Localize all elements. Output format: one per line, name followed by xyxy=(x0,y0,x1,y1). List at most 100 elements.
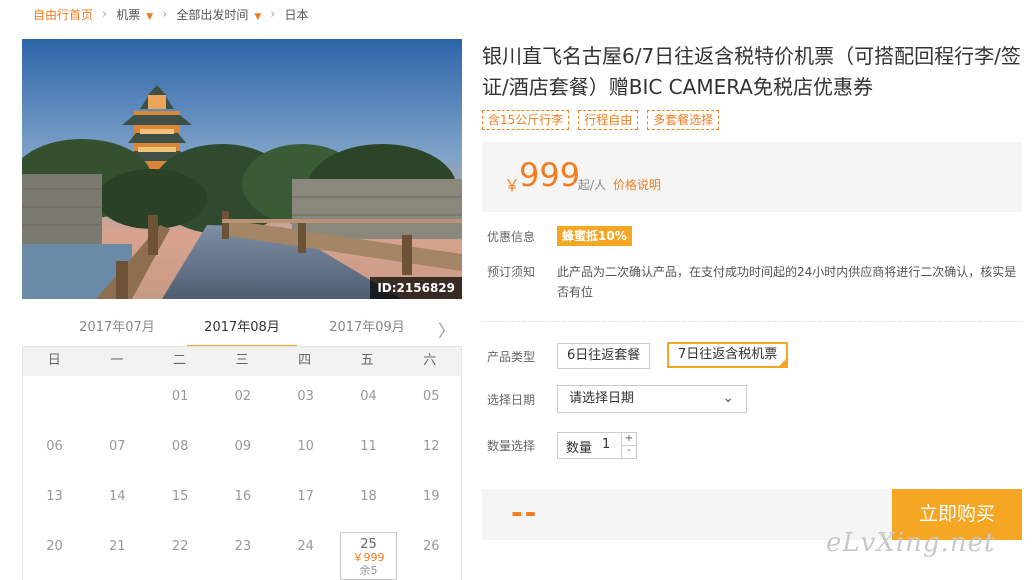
calendar-day[interactable]: 11 xyxy=(340,432,397,480)
calendar-day[interactable]: 10 xyxy=(277,432,334,480)
osaka-castle-image xyxy=(22,39,462,299)
calendar-day-number: 11 xyxy=(360,439,377,454)
calendar-day-number: 23 xyxy=(234,539,252,554)
calendar-day[interactable]: 05 xyxy=(403,382,460,430)
breadcrumb-departure-label: 全部出发时间 xyxy=(176,7,249,22)
tab-month-september[interactable]: 2017年09月 xyxy=(312,313,422,343)
tab-month-august[interactable]: 2017年08月 xyxy=(187,313,297,348)
calendar-day-number: 26 xyxy=(423,539,440,554)
calendar-day-number: 17 xyxy=(297,489,314,504)
calendar-day[interactable]: 18 xyxy=(340,482,397,530)
weekday-sat: 六 xyxy=(423,353,437,368)
minus-icon[interactable]: - xyxy=(621,445,636,458)
calendar-day[interactable]: 24 xyxy=(277,532,334,580)
calendar-day[interactable]: 14 xyxy=(89,482,146,530)
calendar-day[interactable]: 03 xyxy=(277,382,334,430)
chevron-down-icon: ⌄ xyxy=(722,390,734,406)
calendar-day[interactable]: 08 xyxy=(152,432,209,480)
product-type-label: 产品类型 xyxy=(487,350,536,364)
quantity-inner-label: 数量 xyxy=(566,441,593,456)
calendar-day-number: 08 xyxy=(171,439,189,454)
quantity-stepper: 数量 1 + - xyxy=(557,432,637,459)
calendar-day-number: 25 xyxy=(360,537,377,552)
chevron-right-icon: › xyxy=(162,6,168,22)
chevron-right-icon[interactable]: 〉 xyxy=(438,317,455,342)
quantity-value[interactable]: 1 xyxy=(602,437,610,452)
calendar-day-number: 16 xyxy=(234,489,252,504)
tab-month-july[interactable]: 2017年07月 xyxy=(62,313,172,343)
tag-packages: 多套餐选择 xyxy=(647,110,720,130)
calendar-day[interactable]: 19 xyxy=(403,482,460,530)
weekday-fri: 五 xyxy=(360,353,374,368)
calendar-day-number: 02 xyxy=(234,389,252,404)
quantity-label: 数量选择 xyxy=(487,439,536,453)
calendar-day-number: 07 xyxy=(109,439,126,454)
calendar-day[interactable]: 22 xyxy=(152,532,209,580)
calendar-day[interactable]: 13 xyxy=(26,482,83,530)
price-explanation-link[interactable]: 价格说明 xyxy=(613,176,661,193)
calendar-day[interactable]: 06 xyxy=(26,432,83,480)
notice-label: 预订须知 xyxy=(487,265,536,279)
calendar-day[interactable]: 20 xyxy=(26,532,83,580)
calendar-day[interactable]: 16 xyxy=(214,482,271,530)
product-photo: ID:2156829 xyxy=(22,39,462,299)
divider xyxy=(482,321,1022,322)
total-price: -- xyxy=(511,496,539,529)
currency-symbol: ￥ xyxy=(504,176,521,195)
calendar-day[interactable]: 12 xyxy=(403,432,460,480)
weekday-sun: 日 xyxy=(47,353,61,368)
calendar-day-number: 01 xyxy=(171,389,189,404)
tag-luggage: 含15公斤行李 xyxy=(482,110,570,130)
breadcrumb-departure-dropdown[interactable]: 全部出发时间 ▼ xyxy=(176,6,261,23)
calendar-day[interactable]: 01 xyxy=(152,382,209,430)
price-unit: 起/人 xyxy=(578,178,607,192)
calendar-day-number: 20 xyxy=(46,539,63,554)
calendar: 日 一 二 三 四 五 六 01 02 03 04 05 06 07 08 09 10 11 12 13… xyxy=(22,346,462,580)
breadcrumb-flights-label: 机票 xyxy=(116,7,141,22)
calendar-day-number: 13 xyxy=(46,489,63,504)
notice-text: 此产品为二次确认产品，在支付成功时间起的24小时内供应商将进行二次确认，核实是否… xyxy=(557,265,1017,299)
calendar-day[interactable]: 23 xyxy=(214,532,271,580)
photo-id-badge: ID:2156829 xyxy=(370,277,462,299)
calendar-day-number: 10 xyxy=(297,439,314,454)
calendar-day[interactable]: 15 xyxy=(152,482,209,530)
calendar-day-number: 09 xyxy=(234,439,252,454)
promo-label: 优惠信息 xyxy=(487,230,536,244)
calendar-day-number: 12 xyxy=(423,439,440,454)
product-title: 银川直飞名古屋6/7日往返含税特价机票（可搭配回程行李/签证/酒店套餐）赠BIC… xyxy=(482,44,1021,99)
feature-tags: 含15公斤行李 行程自由 多套餐选择 xyxy=(482,110,720,130)
calendar-day-number: 06 xyxy=(46,439,63,454)
calendar-day[interactable]: 02 xyxy=(214,382,271,430)
weekday-wed: 三 xyxy=(235,353,249,368)
calendar-day[interactable]: 04 xyxy=(340,382,397,430)
calendar-day-number: 21 xyxy=(109,539,126,554)
breadcrumb-home-link[interactable]: 自由行首页 xyxy=(33,6,93,23)
calendar-day-number: 05 xyxy=(423,389,440,404)
calendar-day[interactable]: 07 xyxy=(89,432,146,480)
calendar-day-number: 15 xyxy=(171,489,189,504)
calendar-day-number: 14 xyxy=(109,489,126,504)
tag-free-itinerary: 行程自由 xyxy=(578,110,639,130)
calendar-day-number: 19 xyxy=(423,489,440,504)
breadcrumb-japan-link[interactable]: 日本 xyxy=(285,6,309,23)
calendar-day-stock: 余5 xyxy=(359,564,378,577)
breadcrumb-flights-dropdown[interactable]: 机票 ▼ xyxy=(116,6,153,23)
caret-down-icon: ▼ xyxy=(146,11,154,22)
calendar-day[interactable]: 09 xyxy=(214,432,271,480)
chevron-right-icon: › xyxy=(102,6,108,22)
date-select-value: 请选择日期 xyxy=(569,391,635,406)
option-7day-ticket-label: 7日往返含税机票 xyxy=(678,347,778,362)
calendar-day-available[interactable]: 25 ￥999 余5 xyxy=(340,532,397,580)
calendar-day[interactable]: 26 xyxy=(403,532,460,580)
calendar-day[interactable]: 21 xyxy=(89,532,146,580)
option-6day-package[interactable]: 6日往返套餐 xyxy=(557,343,651,369)
weekday-tue: 二 xyxy=(172,353,186,368)
price-value: 999 xyxy=(519,156,581,194)
month-tabs: 2017年07月 2017年08月 2017年09月 〉 xyxy=(22,313,462,348)
option-7day-ticket[interactable]: 7日往返含税机票 ✓ xyxy=(667,342,789,368)
calendar-day-number: 22 xyxy=(171,539,189,554)
calendar-day-number: 24 xyxy=(297,539,314,554)
calendar-day[interactable]: 17 xyxy=(277,482,334,530)
date-select[interactable]: 请选择日期 ⌄ xyxy=(557,385,747,413)
price-box: ￥ 999 起/人 价格说明 xyxy=(482,142,1022,212)
